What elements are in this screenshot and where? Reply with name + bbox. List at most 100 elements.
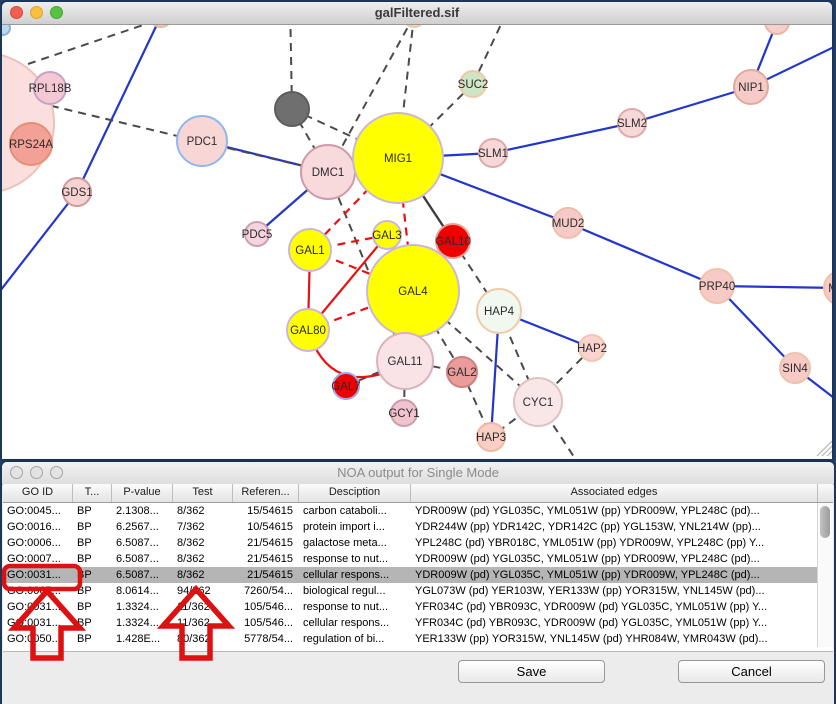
graph-node-top-right-pink[interactable]: [765, 25, 789, 34]
graph-edge: [77, 25, 161, 192]
graph-node-label: CYC1: [523, 397, 554, 409]
cell: 8/362: [173, 503, 233, 519]
cell: regulation of bi...: [299, 631, 411, 647]
graph-node-label: MUD2: [552, 218, 585, 230]
cell: 105/546...: [233, 615, 299, 631]
table-row[interactable]: GO:0045...BP2.1308...8/36215/54615carbon…: [3, 503, 833, 519]
cell: biological regul...: [299, 583, 411, 599]
column-header-goid[interactable]: GO ID: [3, 484, 73, 502]
table-row[interactable]: GO:0031...BP1.3324...11/362105/546...cel…: [3, 615, 833, 631]
cell: 80/362: [173, 631, 233, 647]
cell: GO:0006...: [3, 535, 73, 551]
resize-grip[interactable]: [822, 446, 832, 456]
cell: BP: [73, 567, 112, 583]
graph-node-label: RPL18B: [29, 83, 72, 95]
table-row[interactable]: GO:0031...BP1.3324...11/362105/546...res…: [3, 599, 833, 615]
scrollbar-thumb[interactable]: [820, 506, 830, 538]
cell: YER133W (pp) YOR315W, YNL145W (pd) YHR08…: [411, 631, 833, 647]
table-row[interactable]: GO:0007...BP6.5087...8/36221/54615respon…: [3, 551, 833, 567]
cell: 5778/54...: [233, 631, 299, 647]
table-row[interactable]: GO:0065...BP8.0614...94/3627260/54...bio…: [3, 583, 833, 599]
table-row[interactable]: GO:0016...BP6.2567...7/36210/54615protei…: [3, 519, 833, 535]
cell: 8/362: [173, 551, 233, 567]
cell: BP: [73, 631, 112, 647]
cell: YFR034C (pd) YBR093C, YDR009W (pd) YGL03…: [411, 599, 833, 615]
save-button[interactable]: Save: [458, 660, 605, 683]
graph-node-top-green[interactable]: [403, 25, 425, 27]
graph-node-label: GCY1: [388, 408, 419, 420]
graph-node-label: GAL3: [372, 230, 401, 242]
cell: GO:0031...: [3, 615, 73, 631]
table-row[interactable]: GO:0006...BP6.5087...8/36221/54615galact…: [3, 535, 833, 551]
graph-node-corner-tl[interactable]: [2, 25, 10, 35]
table-body: GO:0045...BP2.1308...8/36215/54615carbon…: [3, 503, 833, 647]
graph-node-label: HAP4: [484, 306, 515, 318]
network-window-titlebar[interactable]: galFiltered.sif: [2, 2, 832, 25]
cell: YGL073W (pd) YER103W, YER133W (pp) YOR31…: [411, 583, 833, 599]
cell: 8.0614...: [112, 583, 173, 599]
graph-node-top-peach[interactable]: [150, 25, 172, 27]
cell: 2.1308...: [112, 503, 173, 519]
cell: 94/362: [173, 583, 233, 599]
graph-node-label: GDS1: [61, 187, 92, 199]
cell: 1.3324...: [112, 599, 173, 615]
cancel-button[interactable]: Cancel: [678, 660, 825, 683]
graph-edge: [28, 25, 152, 64]
cell: protein import i...: [299, 519, 411, 535]
graph-node-label: PDC5: [242, 229, 273, 241]
graph-node-label: GAL80: [290, 325, 326, 337]
noa-window-titlebar[interactable]: NOA output for Single Mode: [2, 462, 834, 485]
noa-window: NOA output for Single Mode GO IDT...P-va…: [2, 462, 834, 704]
cell: YDR009W (pd) YGL035C, YML051W (pp) YDR00…: [411, 567, 833, 583]
column-header-referen[interactable]: Referen...: [233, 484, 299, 502]
graph-node-gray-node[interactable]: [275, 92, 309, 126]
network-canvas[interactable]: RPL18BRPS24AGDS1PDC1DMC1MIG1SUC2SLM1SLM2…: [2, 25, 832, 459]
graph-node-label: RPS24A: [9, 139, 53, 151]
graph-node-label: GAL4: [398, 286, 428, 298]
cell: 21/54615: [233, 567, 299, 583]
cell: 11/362: [173, 615, 233, 631]
table-row[interactable]: GO:0031...BP6.5087...8/36221/54615cellul…: [3, 567, 833, 583]
graph-node-label: DMC1: [312, 167, 345, 179]
graph-node-label: SIN4: [782, 363, 808, 375]
cell: 15/54615: [233, 503, 299, 519]
graph-node-label: HAP3: [476, 432, 506, 444]
column-header-pvalue[interactable]: P-value: [112, 484, 173, 502]
cell: 21/54615: [233, 535, 299, 551]
network-window: galFiltered.sif RPL18B RPS24A GDS1 PDC1 DMC1…: [2, 2, 832, 459]
cell: 7260/54...: [233, 583, 299, 599]
cell: response to nut...: [299, 551, 411, 567]
cell: BP: [73, 583, 112, 599]
cell: response to nut...: [299, 599, 411, 615]
table-header: GO IDT...P-valueTestReferen...Desciption…: [3, 484, 833, 503]
cell: 11/362: [173, 599, 233, 615]
cell: GO:0045...: [3, 503, 73, 519]
cell: 10/54615: [233, 519, 299, 535]
resize-grip[interactable]: [827, 451, 832, 456]
column-header-t[interactable]: T...: [73, 484, 112, 502]
column-header-test[interactable]: Test: [173, 484, 233, 502]
graph-node-label: GAL7: [331, 381, 360, 393]
cell: BP: [73, 551, 112, 567]
cell: BP: [73, 599, 112, 615]
cell: BP: [73, 503, 112, 519]
cell: BP: [73, 519, 112, 535]
vertical-scrollbar[interactable]: [817, 503, 833, 647]
column-header-associatededges[interactable]: Associated edges: [411, 484, 818, 502]
cell: GO:0065...: [3, 583, 73, 599]
window-title: galFiltered.sif: [2, 2, 832, 24]
cell: YDR009W (pd) YGL035C, YML051W (pp) YDR00…: [411, 503, 833, 519]
cell: GO:0031...: [3, 599, 73, 615]
cell: 6.2567...: [112, 519, 173, 535]
graph-edge: [2, 192, 77, 291]
table-row[interactable]: GO:0050...BP1.428E...80/3625778/54...reg…: [3, 631, 833, 647]
graph-node-label: NIP1: [738, 82, 764, 94]
graph-node-label: HAP2: [577, 343, 607, 355]
graph-node-label: PDC1: [187, 136, 218, 148]
cell: 6.5087...: [112, 567, 173, 583]
column-header-desciption[interactable]: Desciption: [299, 484, 411, 502]
cell: 21/54615: [233, 551, 299, 567]
cell: BP: [73, 615, 112, 631]
cell: galactose meta...: [299, 535, 411, 551]
cell: cellular respons...: [299, 615, 411, 631]
